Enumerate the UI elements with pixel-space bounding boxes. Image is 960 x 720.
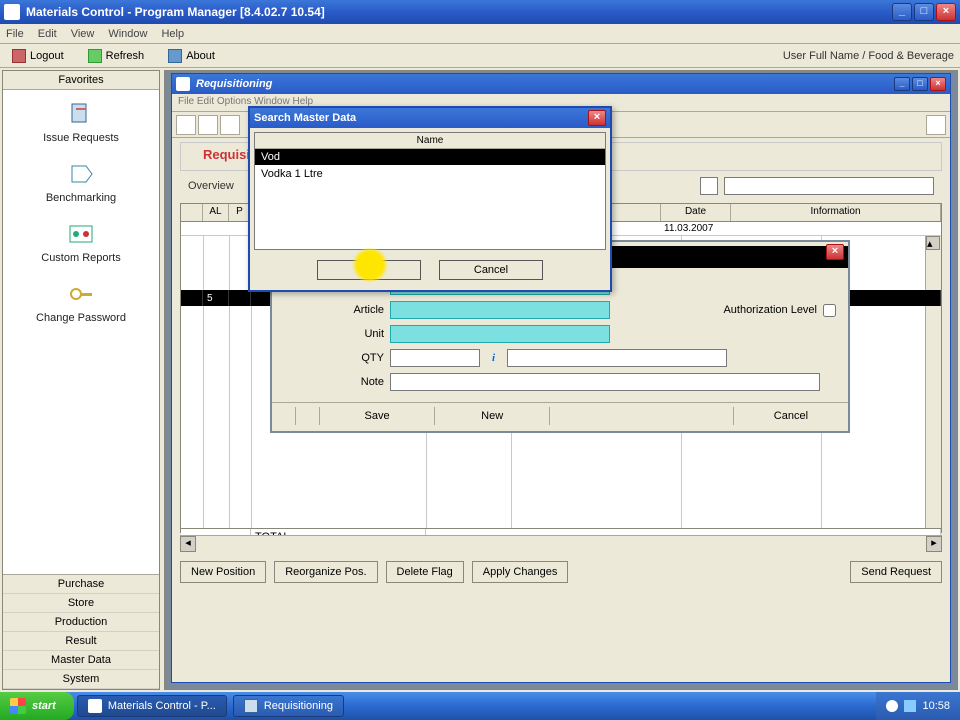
nav-header: Favorites <box>3 71 159 90</box>
child-close[interactable]: × <box>930 77 946 91</box>
system-tray[interactable]: 10:58 <box>876 692 960 720</box>
menu-item[interactable]: Help <box>161 28 184 40</box>
user-info: User Full Name / Food & Beverage <box>783 50 954 62</box>
auth-level-label: Authorization Level <box>723 304 817 316</box>
taskbar-item[interactable]: Materials Control - P... <box>77 695 227 717</box>
editor-close-button[interactable]: × <box>826 244 844 260</box>
navigator: Favorites Issue Requests Benchmarking <box>2 70 160 690</box>
delete-flag-button[interactable]: Delete Flag <box>386 561 464 583</box>
list-filter-row[interactable]: Vod <box>255 149 605 165</box>
taskbar: start Materials Control - P... Requisiti… <box>0 692 960 720</box>
menubar: File Edit View Window Help <box>0 24 960 44</box>
auth-level-checkbox[interactable] <box>823 304 836 317</box>
qty-label: QTY <box>284 352 384 364</box>
new-position-button[interactable]: New Position <box>180 561 266 583</box>
editor-new-button[interactable]: New <box>435 407 550 425</box>
action-bar: New Position Reorganize Pos. Delete Flag… <box>172 551 950 587</box>
nav-cat-store[interactable]: Store <box>3 594 159 613</box>
scroll-left-icon[interactable]: ◂ <box>180 536 196 552</box>
key-icon <box>66 282 96 306</box>
document-icon <box>66 102 96 126</box>
nav-cat-production[interactable]: Production <box>3 613 159 632</box>
nav-cat-masterdata[interactable]: Master Data <box>3 651 159 670</box>
reorganize-button[interactable]: Reorganize Pos. <box>274 561 377 583</box>
unit-input[interactable] <box>390 325 610 343</box>
tag-icon <box>66 162 96 186</box>
editor-cancel-button[interactable]: Cancel <box>734 407 848 425</box>
nav-cat-system[interactable]: System <box>3 670 159 689</box>
editor-next-button[interactable] <box>296 407 320 425</box>
tray-icon[interactable] <box>886 700 898 712</box>
nav-change-password[interactable]: Change Password <box>5 276 157 336</box>
nav-cat-result[interactable]: Result <box>3 632 159 651</box>
logout-button[interactable]: Logout <box>6 47 70 65</box>
dialog-close-button[interactable]: × <box>588 110 606 126</box>
menu-item[interactable]: View <box>71 28 95 40</box>
overview-label: Overview <box>188 180 244 192</box>
report-icon <box>66 222 96 246</box>
editor-save-button[interactable]: Save <box>320 407 435 425</box>
search-master-dialog: Search Master Data × Name Vod Vodka 1 Lt… <box>248 106 612 292</box>
scroll-right-icon[interactable]: ▸ <box>926 536 942 552</box>
app-icon <box>4 4 20 20</box>
refresh-button[interactable]: Refresh <box>82 47 151 65</box>
nav-issue-requests[interactable]: Issue Requests <box>5 96 157 156</box>
nav-categories: Purchase Store Production Result Master … <box>3 574 159 689</box>
editor-buttons: Save New Cancel <box>272 402 848 425</box>
nav-benchmarking[interactable]: Benchmarking <box>5 156 157 216</box>
nav-custom-reports[interactable]: Custom Reports <box>5 216 157 276</box>
app-icon <box>88 699 102 713</box>
send-request-button[interactable]: Send Request <box>850 561 942 583</box>
child-minimize[interactable]: _ <box>894 77 910 91</box>
menu-item[interactable]: File <box>6 28 24 40</box>
desc-input[interactable] <box>724 177 934 195</box>
close-button[interactable]: × <box>936 3 956 21</box>
child-titlebar: Requisitioning _ □ × <box>172 74 950 94</box>
menu-item[interactable]: Window <box>108 28 147 40</box>
new-icon[interactable] <box>176 115 196 135</box>
dialog-titlebar: Search Master Data × <box>250 108 610 128</box>
save-icon[interactable] <box>220 115 240 135</box>
child-icon <box>176 77 190 91</box>
windows-logo-icon <box>10 698 26 714</box>
window-icon <box>244 699 258 713</box>
search-result-list[interactable]: Name Vod Vodka 1 Ltre <box>254 132 606 250</box>
list-item[interactable]: Vodka 1 Ltre <box>255 165 605 183</box>
help-icon[interactable] <box>926 115 946 135</box>
minimize-button[interactable]: _ <box>892 3 912 21</box>
nav-cat-purchase[interactable]: Purchase <box>3 575 159 594</box>
qty-info-input[interactable] <box>507 349 727 367</box>
grid-hscroll[interactable]: ◂ ▸ <box>180 535 942 551</box>
grid-date-cell: 11.03.2007 <box>661 223 731 234</box>
child-maximize[interactable]: □ <box>912 77 928 91</box>
article-label: Article <box>284 304 384 316</box>
unit-label: Unit <box>284 328 384 340</box>
note-label: Note <box>284 376 384 388</box>
editor-prev-button[interactable] <box>272 407 296 425</box>
start-button[interactable]: start <box>0 692 74 720</box>
main-titlebar: Materials Control - Program Manager [8.4… <box>0 0 960 24</box>
info-icon[interactable]: i <box>492 352 495 364</box>
app-title: Materials Control - Program Manager [8.4… <box>26 5 892 19</box>
tray-clock: 10:58 <box>922 700 950 712</box>
dialog-ok-button[interactable]: OK <box>317 260 421 280</box>
list-header: Name <box>255 133 605 149</box>
menu-item[interactable]: Edit <box>38 28 57 40</box>
qty-input[interactable] <box>390 349 480 367</box>
app-toolbar: Logout Refresh About User Full Name / Fo… <box>0 44 960 68</box>
tray-icon[interactable] <box>904 700 916 712</box>
note-input[interactable] <box>390 373 820 391</box>
apply-changes-button[interactable]: Apply Changes <box>472 561 569 583</box>
small-input[interactable] <box>700 177 718 195</box>
about-button[interactable]: About <box>162 47 221 65</box>
dialog-cancel-button[interactable]: Cancel <box>439 260 543 280</box>
open-icon[interactable] <box>198 115 218 135</box>
maximize-button[interactable]: □ <box>914 3 934 21</box>
taskbar-item[interactable]: Requisitioning <box>233 695 344 717</box>
article-input[interactable] <box>390 301 610 319</box>
